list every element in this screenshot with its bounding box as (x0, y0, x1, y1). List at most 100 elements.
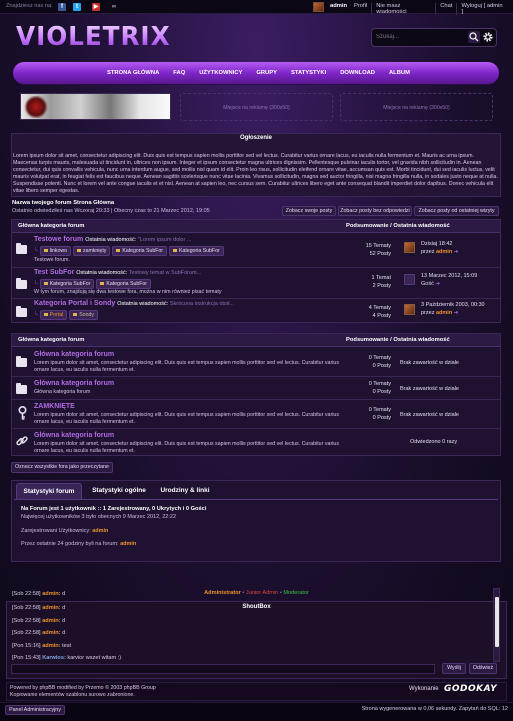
forum-row: Główna kategoria forum Lorem ipsum dolor… (12, 348, 500, 377)
forum-name: Nazwa twojego forum Strona Główna (12, 200, 115, 206)
legend-admin[interactable]: Administrator (204, 590, 241, 596)
summary-header: Podsumowanie / Ostatnia wiadomość (346, 223, 450, 229)
forum-description: Główna kategoria forum (34, 389, 91, 395)
last-post-user[interactable]: admin (436, 249, 452, 255)
subforum-list: └ linkowo zamknięty Kategoria SubFor Kat… (34, 246, 224, 256)
shoutbox-scrollbar[interactable] (493, 588, 500, 662)
generation-time: Strona wygenerowana w 0,06 sekundy. Zapy… (361, 706, 508, 712)
messages-link[interactable]: Nie masz wiadomości (371, 3, 435, 15)
stats-box (11, 480, 501, 562)
nav-album[interactable]: ALBUM (382, 70, 417, 76)
nav-users[interactable]: UŻYTKOWNICY (192, 70, 249, 76)
go-to-post-icon[interactable]: ➔ (454, 310, 459, 316)
subforum-link[interactable]: Sondy (69, 310, 98, 320)
shout-message: [Sob 22:58] admin: d (12, 591, 66, 597)
nav-faq[interactable]: FAQ (166, 70, 192, 76)
tab-forum-stats[interactable]: Statystyki forum (16, 483, 82, 499)
mark-all-read-button[interactable]: Oznacz wszystkie fora jako przeczytane (11, 462, 113, 473)
category-title[interactable]: Główna kategoria forum (18, 223, 84, 229)
forum-title[interactable]: Główna kategoria forum (34, 380, 114, 387)
refresh-button[interactable]: Odśwież (469, 663, 497, 674)
go-to-post-icon[interactable]: ➔ (454, 249, 459, 255)
facebook-icon[interactable]: f (58, 3, 66, 11)
category-title[interactable]: Główna kategoria forum (18, 337, 84, 343)
forum-title[interactable]: Testowe forum Ostatnia wiadomość: "Lorem… (34, 236, 191, 243)
forum-row: Kategoria Portal i Sondy Ostatnia wiadom… (12, 299, 500, 323)
forum-title[interactable]: Test SubFor Ostatnia wiadomość: Testowy … (34, 269, 201, 276)
subforum-link[interactable]: Kategoria SubFor (39, 279, 95, 289)
nav-groups[interactable]: GRUPY (249, 70, 284, 76)
admin-panel-button[interactable]: Panel Administracyjny (5, 705, 65, 715)
folder-icon (16, 243, 27, 254)
scroll-thumb[interactable] (495, 597, 499, 647)
subforum-list: └ Portal Sondy (34, 310, 98, 320)
shoutbox-title: ShoutBox (242, 604, 271, 610)
youtube-icon[interactable]: ▶ (92, 3, 100, 11)
shout-input[interactable] (11, 664, 435, 674)
forum-title[interactable]: Kategoria Portal i Sondy Ostatnia wiadom… (34, 300, 234, 307)
link-icon[interactable]: ∞ (110, 3, 118, 11)
settings-button[interactable] (482, 31, 494, 43)
site-logo[interactable]: VIOLETRIX (16, 22, 171, 52)
unanswered-posts-button[interactable]: Zobacz posty bez odpowiedzi (338, 206, 412, 216)
shout-message: [Sob 22:58] admin: d (12, 605, 66, 611)
nav-download[interactable]: DOWNLOAD (333, 70, 382, 76)
search-button[interactable] (468, 31, 480, 43)
last-post-avatar[interactable] (404, 274, 415, 285)
last-post-avatar[interactable] (404, 242, 415, 253)
subforum-list: └ Kategoria SubFor Kategoria SubFor (34, 279, 152, 289)
forum-description: Lorem ipsum dolor sit amet, consectetur … (34, 360, 339, 373)
last-post-info: Dzisiaj 18:42 przez admin ➔ (421, 241, 459, 255)
last-post-avatar[interactable] (404, 304, 415, 315)
nav-home[interactable]: STRONA GŁÓWNA (100, 70, 166, 76)
profile-link[interactable]: Profil (350, 3, 371, 15)
ad-slot-1[interactable]: Miejsce na reklamę (300x50) (180, 93, 333, 121)
banner-image[interactable] (20, 93, 171, 120)
user-link[interactable]: admin (92, 528, 108, 534)
forum-title[interactable]: Główna kategoria forum (34, 432, 114, 439)
subforum-link[interactable]: Kategoria SubFor (96, 279, 152, 289)
nav-stats[interactable]: STATYSTYKI (284, 70, 333, 76)
table2-header: Główna kategoria forum Podsumowanie / Os… (12, 334, 500, 347)
forum-stats: 0 Tematy 0 Posty (368, 407, 391, 421)
top-links: Profil Nie masz wiadomości Chat Wyloguj … (350, 3, 509, 15)
link-icon (16, 435, 28, 449)
subforum-link[interactable]: Portal (39, 310, 68, 320)
last-post-info: 3 Październik 2003, 00:30 przez admin ➔ (421, 302, 485, 316)
twitter-icon[interactable]: t (73, 3, 81, 11)
folder-icon (16, 356, 27, 367)
subforum-link[interactable]: linkowo (39, 246, 71, 256)
go-to-post-icon[interactable]: ➔ (435, 281, 440, 287)
subforum-link[interactable]: Kategoria SubFor (169, 246, 224, 256)
last-post-user[interactable]: admin (436, 310, 452, 316)
forum-description: Testowe forum. (34, 257, 70, 263)
forum-stats: 15 Tematy 52 Posty (365, 243, 391, 257)
tab-birthdays-links[interactable]: Urodziny & linki (156, 483, 214, 499)
subforum-link[interactable]: zamknięty (73, 246, 111, 256)
visit-count: Odwiedzono 0 razy (410, 439, 458, 445)
chat-link[interactable]: Chat (435, 3, 456, 15)
username-link[interactable]: admin (330, 3, 347, 9)
announcement-title: Ogłoszenie (239, 135, 272, 141)
copyright-note: Kopiowanie elementów szablonu surowo zab… (10, 692, 135, 698)
search-input[interactable] (376, 31, 466, 43)
user-avatar[interactable] (313, 2, 324, 12)
subforum-link[interactable]: Kategoria SubFor (112, 246, 168, 256)
forum-title[interactable]: ZAMKNIĘTE (34, 403, 75, 410)
last-post-info: 13 Marzec 2012, 15:09 Gość ➔ (421, 273, 478, 287)
ad-slot-2[interactable]: Miejsce na reklamę (300x50) (340, 93, 493, 121)
tab-general-stats[interactable]: Statystyki ogólne (88, 483, 150, 499)
shout-message: [Sob 22:58] admin: d (12, 618, 66, 624)
max-users: Najwięcej użytkowników 3 było obecnych 9… (21, 514, 176, 520)
new-posts-button[interactable]: Zobacz posty od ostatniej wizyty (414, 206, 499, 216)
author-logo[interactable]: GODOKAY (444, 684, 497, 694)
forum-title[interactable]: Główna kategoria forum (34, 351, 114, 358)
forum-row: ZAMKNIĘTE Lorem ipsum dolor sit amet, co… (12, 400, 500, 429)
user-link[interactable]: admin (120, 541, 136, 547)
send-button[interactable]: Wyślij (442, 663, 466, 674)
my-posts-button[interactable]: Zobacz swoje posty (282, 206, 336, 216)
logout-link[interactable]: Wyloguj [ admin ] (456, 3, 509, 15)
legend-mod[interactable]: Moderator (283, 590, 309, 596)
last-post-info: Brak zawartość w dziale (400, 386, 459, 392)
legend-junior[interactable]: Junior Admin (246, 590, 278, 596)
